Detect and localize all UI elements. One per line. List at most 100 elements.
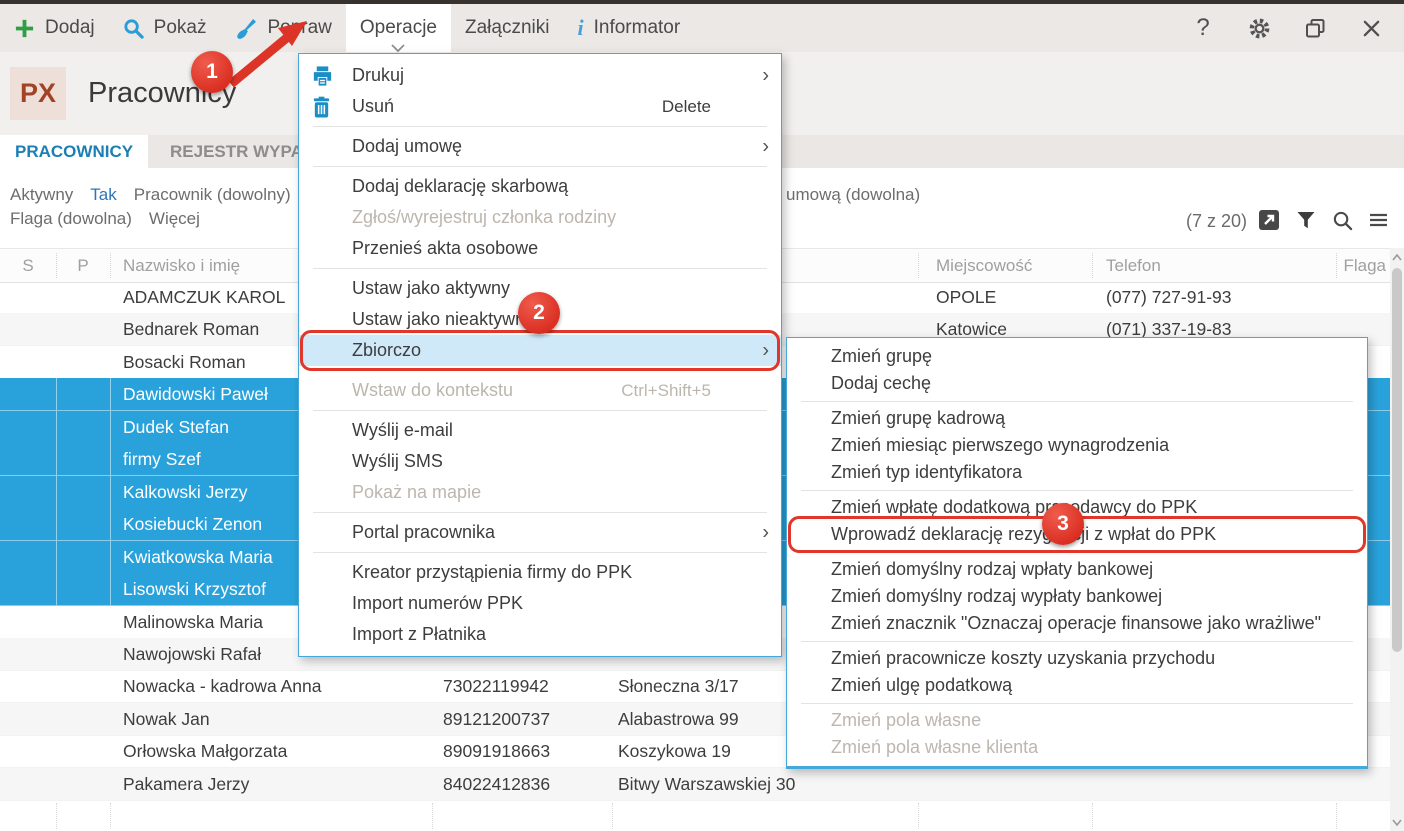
vertical-scrollbar[interactable] xyxy=(1390,248,1404,831)
settings-button[interactable] xyxy=(1246,15,1272,41)
column-guide xyxy=(612,803,613,829)
column-guide xyxy=(1336,803,1337,829)
menu-item-label: Dodaj umowę xyxy=(352,136,463,156)
menu-item-label: Pokaż na mapie xyxy=(352,482,482,502)
menu-item-label: Przenieś akta osobowe xyxy=(352,238,539,258)
toolbar-item-label: Operacje xyxy=(359,17,437,38)
menu-item-label: Import z Płatnika xyxy=(352,624,487,644)
filter-contract-fragment[interactable]: umową (dowolna) xyxy=(786,185,920,205)
scroll-down-icon[interactable] xyxy=(1390,814,1404,830)
cell-separator xyxy=(56,411,57,443)
menu-item-label: Zbiorczo xyxy=(352,340,422,360)
menu-separator xyxy=(801,400,1353,402)
hamburger-icon[interactable] xyxy=(1369,212,1388,228)
menu-item-drukuj[interactable]: Drukuj › xyxy=(299,60,781,91)
open-in-new-icon[interactable] xyxy=(1258,209,1280,231)
tab-pracownicy[interactable]: PRACOWNICY xyxy=(0,135,149,168)
menu-item-label: Wprowadź deklarację rezygnacji z wpłat d… xyxy=(831,524,1217,544)
menu-item-zmień-grupę[interactable]: Zmień grupę xyxy=(787,343,1367,370)
column-guide xyxy=(110,803,111,829)
annotation-step-1: 1 xyxy=(191,51,233,93)
column-header-phone[interactable]: Telefon xyxy=(1106,249,1281,282)
cell-separator xyxy=(110,541,111,573)
column-guide xyxy=(56,803,57,829)
menu-item-import-z-płatnika[interactable]: Import z Płatnika xyxy=(299,619,781,650)
menu-item-dodaj-cechę[interactable]: Dodaj cechę xyxy=(787,370,1367,397)
menu-item-pokaż-na-mapie: Pokaż na mapie xyxy=(299,477,781,508)
menu-item-label: Wyślij SMS xyxy=(352,451,443,471)
menu-item-label: Kreator przystąpienia firmy do PPK xyxy=(352,562,633,582)
menu-item-zmień-domyślny-rodzaj-wpłaty-bankowej[interactable]: Zmień domyślny rodzaj wpłaty bankowej xyxy=(787,556,1367,583)
table-row[interactable]: Pakamera Jerzy 84022412836 Bitwy Warszawsk… xyxy=(0,768,1390,801)
menu-item-kreator-przystąpienia-firmy-do-ppk[interactable]: Kreator przystąpienia firmy do PPK xyxy=(299,557,781,588)
toolbar-item-dodaj[interactable]: Dodaj xyxy=(0,4,109,52)
module-badge: PX xyxy=(10,67,66,120)
restore-button[interactable] xyxy=(1302,15,1328,41)
cell-name: Pakamera Jerzy xyxy=(123,774,250,794)
toolbar-item-załączniki[interactable]: Załączniki xyxy=(451,4,563,52)
scrollbar-thumb[interactable] xyxy=(1392,268,1402,652)
cell-separator xyxy=(110,411,111,443)
filter-line-1: AktywnyTakPracownik (dowolny)( xyxy=(10,185,313,205)
menu-item-label: Zmień pola własne klienta xyxy=(831,737,1039,757)
menu-item-label: Zmień grupę xyxy=(831,346,933,366)
app-window: DodajPokażPoprawOperacjeZałącznikiiInfor… xyxy=(0,0,1404,831)
filter-aktywny[interactable]: Aktywny xyxy=(10,185,73,205)
menu-item-zmień-ulgę-podatkową[interactable]: Zmień ulgę podatkową xyxy=(787,672,1367,699)
help-button[interactable]: ? xyxy=(1190,15,1216,41)
menu-separator xyxy=(313,552,767,553)
filter-flaga-dowolna[interactable]: Flaga (dowolna) xyxy=(10,209,132,229)
menu-item-label: Zmień domyślny rodzaj wpłaty bankowej xyxy=(831,559,1154,579)
menu-item-label: Ustaw jako aktywny xyxy=(352,278,511,298)
close-button[interactable] xyxy=(1358,15,1384,41)
menu-item-zmień-typ-identyfikatora[interactable]: Zmień typ identyfikatora xyxy=(787,459,1367,486)
menu-item-zmień-znacznik-oznaczaj-operacje-finansowe-jako-wrażliwe[interactable]: Zmień znacznik "Oznaczaj operacje finans… xyxy=(787,610,1367,637)
cell-separator xyxy=(56,476,57,508)
column-header-flag[interactable]: Flaga xyxy=(1256,249,1386,282)
menu-item-zmień-pracownicze-koszty-uzyskania-przychodu[interactable]: Zmień pracownicze koszty uzyskania przyc… xyxy=(787,645,1367,672)
menu-item-dodaj-umowę[interactable]: Dodaj umowę › xyxy=(299,131,781,162)
menu-item-label: Zmień typ identyfikatora xyxy=(831,462,1023,482)
cell-name: firmy Szef xyxy=(123,449,201,469)
menu-item-portal-pracownika[interactable]: Portal pracownika › xyxy=(299,517,781,548)
column-header-city[interactable]: Miejscowość xyxy=(936,249,1101,282)
cell-name: Nawojowski Rafał xyxy=(123,644,262,664)
cell-separator xyxy=(56,378,57,410)
record-count: (7 z 20) xyxy=(1186,211,1248,231)
menu-item-dodaj-deklarację-skarbową[interactable]: Dodaj deklarację skarbową xyxy=(299,171,781,202)
menu-item-usuń[interactable]: Usuń Delete xyxy=(299,91,781,122)
filter-icon[interactable] xyxy=(1296,210,1316,230)
column-guide xyxy=(1092,803,1093,829)
filter-tak[interactable]: Tak xyxy=(90,185,116,205)
menu-separator xyxy=(801,702,1353,704)
menu-separator xyxy=(313,512,767,513)
cell-separator xyxy=(110,378,111,410)
menu-item-zbiorczo[interactable]: Zbiorczo › xyxy=(299,330,781,371)
filter-pracownik-dowolny[interactable]: Pracownik (dowolny) xyxy=(134,185,291,205)
menu-item-przenieś-akta-osobowe[interactable]: Przenieś akta osobowe xyxy=(299,233,781,264)
toolbar-item-informator[interactable]: i Informator xyxy=(563,4,694,52)
menu-separator xyxy=(801,551,1353,553)
column-header-p[interactable]: P xyxy=(56,249,110,282)
column-guide xyxy=(432,803,433,829)
menu-item-import-numerów-ppk[interactable]: Import numerów PPK xyxy=(299,588,781,619)
menu-separator xyxy=(313,268,767,269)
tab-rejestr-wypa[interactable]: REJESTR WYPA xyxy=(155,135,318,168)
menu-item-zmień-miesiąc-pierwszego-wynagrodzenia[interactable]: Zmień miesiąc pierwszego wynagrodzenia xyxy=(787,432,1367,459)
menu-item-zmień-grupę-kadrową[interactable]: Zmień grupę kadrową xyxy=(787,405,1367,432)
cell-name: Dawidowski Paweł xyxy=(123,384,268,404)
toolbar-item-operacje[interactable]: Operacje xyxy=(345,4,451,53)
filter-więcej[interactable]: Więcej xyxy=(149,209,200,229)
menu-item-wyślij-sms[interactable]: Wyślij SMS xyxy=(299,446,781,477)
submenu-arrow-icon: › xyxy=(762,521,769,543)
plus-icon xyxy=(14,18,35,39)
menu-item-shortcut: Ctrl+Shift+5 xyxy=(621,380,711,400)
cell-name: Bosacki Roman xyxy=(123,352,246,372)
scroll-up-icon[interactable] xyxy=(1390,249,1404,265)
column-header-s[interactable]: S xyxy=(0,249,56,282)
menu-item-wyślij-e-mail[interactable]: Wyślij e-mail xyxy=(299,415,781,446)
menu-item-zmień-domyślny-rodzaj-wypłaty-bankowej[interactable]: Zmień domyślny rodzaj wypłaty bankowej xyxy=(787,583,1367,610)
search-small-icon[interactable] xyxy=(1332,210,1353,231)
cell-name: Bednarek Roman xyxy=(123,319,260,339)
menu-item-label: Zmień pola własne xyxy=(831,710,982,730)
